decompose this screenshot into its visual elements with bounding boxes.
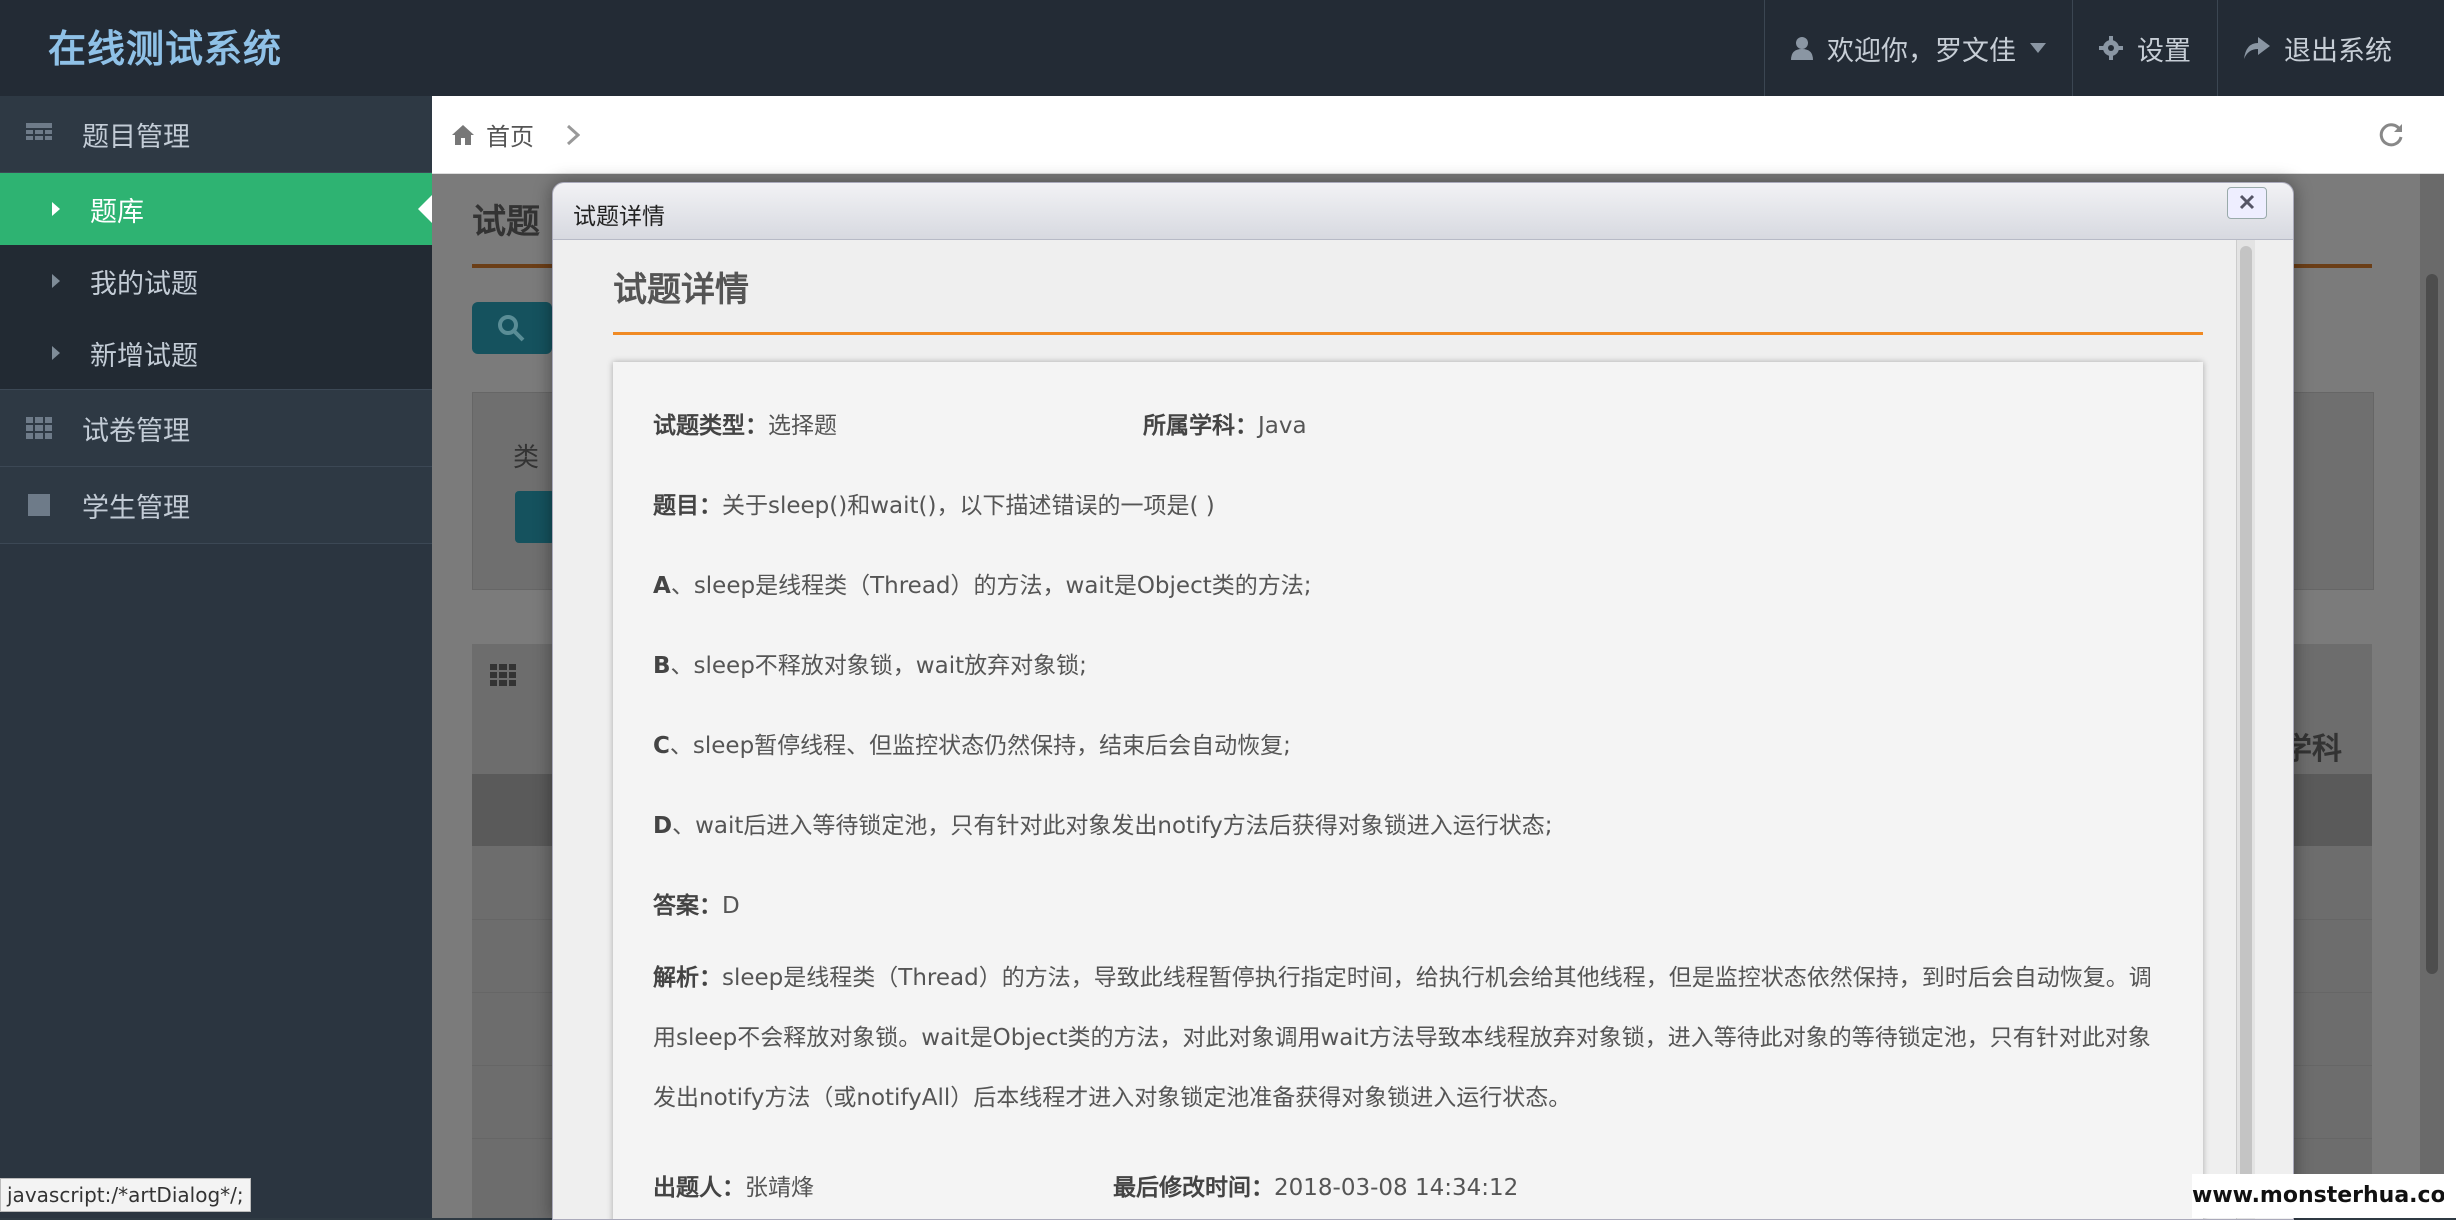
sidebar-item-new-question[interactable]: 新增试题 — [0, 317, 432, 389]
close-icon — [2239, 194, 2255, 210]
dialog-title: 试题详情 — [573, 204, 665, 230]
question-type-field: 试题类型：选择题 — [653, 406, 837, 440]
caret-right-icon — [52, 202, 60, 216]
modified-value: 2018-03-08 14:34:12 — [1274, 1175, 1519, 1201]
option-b: B、sleep不释放对象锁，wait放弃对象锁; — [653, 646, 1087, 680]
answer-field: 答案：D — [653, 886, 740, 920]
question-label: 题目： — [653, 493, 722, 519]
modified-label: 最后修改时间： — [1113, 1175, 1274, 1201]
watermark: www.monsterhua.com — [2192, 1174, 2456, 1218]
dialog-scrollbar[interactable] — [2236, 240, 2255, 1219]
detail-heading: 试题详情 — [613, 270, 749, 310]
question-type-label: 试题类型： — [653, 413, 768, 439]
question-field: 题目：关于sleep()和wait()，以下描述错误的一项是( ) — [653, 486, 1215, 520]
settings-link[interactable]: 设置 — [2072, 0, 2217, 96]
search-icon — [498, 315, 525, 342]
sidebar-item-my-questions[interactable]: 我的试题 — [0, 245, 432, 317]
sidebar-group-students[interactable]: 学生管理 — [0, 467, 432, 544]
sidebar-group-papers[interactable]: 试卷管理 — [0, 390, 432, 467]
option-a: A、sleep是线程类（Thread）的方法，wait是Object类的方法; — [653, 566, 1311, 600]
logout-label: 退出系统 — [2284, 35, 2392, 67]
option-d: D、wait后进入等待锁定池，只有针对此对象发出notify方法后获得对象锁进入… — [653, 806, 1553, 840]
page-title: 试题 — [472, 202, 540, 242]
sidebar-group-label: 试卷管理 — [82, 415, 190, 447]
search-button[interactable] — [472, 302, 552, 354]
analysis-label: 解析： — [653, 965, 722, 991]
browser-status-bar: javascript:/*artDialog*/; — [0, 1178, 251, 1212]
logout-link[interactable]: 退出系统 — [2217, 0, 2418, 96]
sidebar-group-questions[interactable]: 题目管理 — [0, 96, 432, 173]
heading-underline — [613, 332, 2203, 335]
square-icon — [28, 494, 50, 516]
author-value: 张靖烽 — [745, 1175, 814, 1201]
filter-label: 类 — [513, 443, 540, 473]
top-nav: 欢迎你，罗文佳 设置 退出系统 — [1764, 0, 2418, 96]
grid-icon — [26, 417, 52, 439]
analysis-field: 解析：sleep是线程类（Thread）的方法，导致此线程暂停执行指定时间，给执… — [653, 948, 2163, 1128]
caret-down-icon — [2030, 43, 2046, 53]
question-type-value: 选择题 — [768, 413, 837, 439]
sidebar-group-label: 题目管理 — [82, 121, 190, 153]
settings-label: 设置 — [2137, 35, 2191, 67]
home-icon — [452, 124, 474, 145]
subject-label: 所属学科： — [1143, 413, 1258, 439]
grid-icon — [490, 664, 516, 686]
option-a-label: A — [653, 573, 671, 599]
refresh-icon[interactable] — [2378, 122, 2404, 148]
answer-label: 答案： — [653, 893, 722, 919]
detail-card: 试题类型：选择题 所属学科：Java 题目：关于sleep()和wait()，以… — [613, 362, 2203, 1219]
share-arrow-icon — [2244, 37, 2270, 59]
subject-field: 所属学科：Java — [1143, 406, 1307, 440]
scrollbar-thumb[interactable] — [2426, 274, 2438, 974]
sidebar-item-question-bank[interactable]: 题库 — [0, 173, 432, 245]
app-brand[interactable]: 在线测试系统 — [48, 18, 282, 73]
option-b-text: 、sleep不释放对象锁，wait放弃对象锁; — [670, 653, 1087, 679]
option-c-label: C — [653, 733, 670, 759]
window-edge — [2444, 0, 2456, 1218]
sidebar-item-label: 新增试题 — [90, 340, 198, 372]
dialog-header[interactable]: 试题详情 — [553, 183, 2293, 240]
answer-value: D — [722, 893, 740, 919]
caret-right-icon — [52, 274, 60, 288]
filter-button[interactable] — [515, 491, 555, 543]
question-detail-dialog: 试题详情 试题详情 试题类型：选择题 所属学科：Java 题目：关于sleep(… — [552, 182, 2294, 1220]
subject-value: Java — [1258, 413, 1307, 439]
table-icon — [26, 123, 52, 140]
modified-field: 最后修改时间：2018-03-08 14:34:12 — [1113, 1168, 1518, 1202]
dialog-scrollbar-thumb[interactable] — [2240, 246, 2252, 1206]
author-label: 出题人： — [653, 1175, 745, 1201]
user-menu[interactable]: 欢迎你，罗文佳 — [1764, 0, 2072, 96]
sidebar-item-label: 我的试题 — [90, 268, 198, 300]
breadcrumb-home[interactable]: 首页 — [486, 117, 534, 152]
option-c-text: 、sleep暂停线程、但监控状态仍然保持，结束后会自动恢复; — [669, 733, 1291, 759]
author-field: 出题人：张靖烽 — [653, 1168, 814, 1202]
sidebar-item-label: 题库 — [90, 196, 144, 228]
caret-right-icon — [52, 346, 60, 360]
sidebar: 题目管理 题库 我的试题 新增试题 试卷管理 学生管理 — [0, 96, 432, 1218]
option-b-label: B — [653, 653, 671, 679]
chevron-right-icon — [566, 124, 580, 145]
user-menu-label: 欢迎你，罗文佳 — [1827, 35, 2016, 67]
option-c: C、sleep暂停线程、但监控状态仍然保持，结束后会自动恢复; — [653, 726, 1291, 760]
top-navbar: 在线测试系统 欢迎你，罗文佳 设置 退出系统 — [0, 0, 2456, 97]
analysis-text: sleep是线程类（Thread）的方法，导致此线程暂停执行指定时间，给执行机会… — [653, 965, 2152, 1111]
page-scrollbar[interactable] — [2420, 174, 2444, 1218]
dialog-body: 试题详情 试题类型：选择题 所属学科：Java 题目：关于sleep()和wai… — [553, 240, 2293, 1219]
close-button[interactable] — [2227, 187, 2267, 219]
option-d-text: 、wait后进入等待锁定池，只有针对此对象发出notify方法后获得对象锁进入运… — [672, 813, 1553, 839]
sidebar-group-label: 学生管理 — [82, 492, 190, 524]
option-d-label: D — [653, 813, 673, 839]
user-icon — [1791, 37, 1813, 60]
option-a-text: 、sleep是线程类（Thread）的方法，wait是Object类的方法; — [670, 573, 1312, 599]
question-value: 关于sleep()和wait()，以下描述错误的一项是( ) — [722, 493, 1215, 519]
breadcrumb: 首页 — [432, 96, 2444, 174]
gear-icon — [2099, 36, 2123, 60]
